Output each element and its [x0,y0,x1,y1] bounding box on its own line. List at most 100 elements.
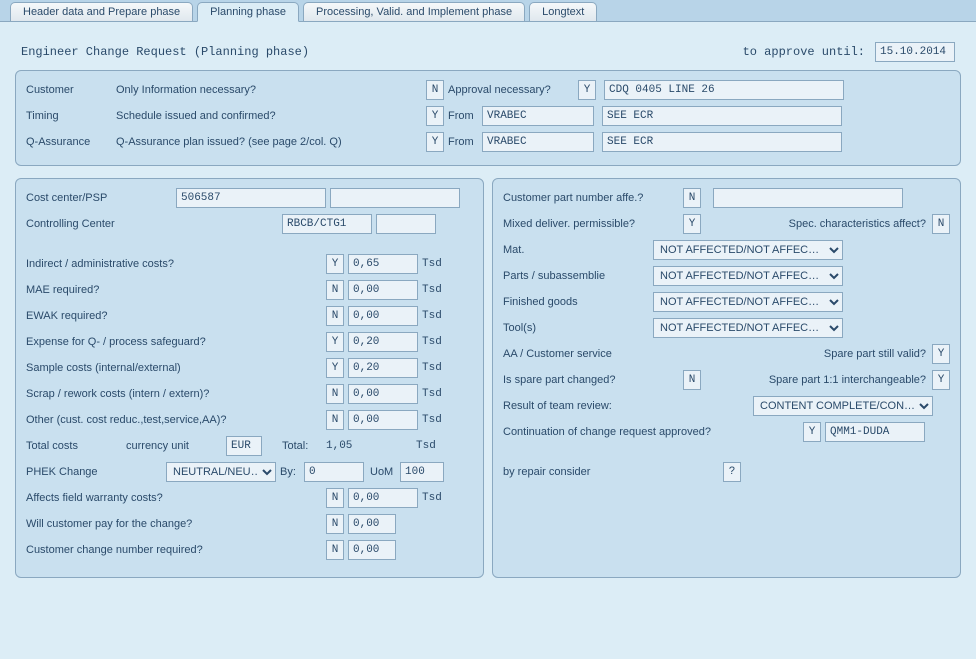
from-label-2: From [448,136,482,148]
qa-question: Q-Assurance plan issued? (see page 2/col… [116,136,426,148]
tab-header-prepare[interactable]: Header data and Prepare phase [10,2,193,21]
cost-row-label: Scrap / rework costs (intern / extern)? [26,388,326,400]
cost-row-unit: Tsd [422,362,442,374]
cost-row-yn[interactable]: N [326,306,344,326]
cost-row-label: Sample costs (internal/external) [26,362,326,374]
cost-row-unit: Tsd [422,388,442,400]
cust-change-yn[interactable]: N [326,540,344,560]
controlling-label: Controlling Center [26,218,282,230]
continuation-yn[interactable]: Y [803,422,821,442]
continuation-value[interactable]: QMM1-DUDA [825,422,925,442]
cost-row-unit: Tsd [422,310,442,322]
cost-row-val[interactable]: 0,00 [348,280,418,300]
tab-longtext[interactable]: Longtext [529,2,597,21]
cost-row-yn[interactable]: N [326,410,344,430]
spec-label: Spec. characteristics affect? [741,218,926,230]
cust-change-label: Customer change number required? [26,544,326,556]
cost-row-val[interactable]: 0,00 [348,384,418,404]
cost-row-unit: Tsd [422,414,442,426]
currency-label: currency unit [126,440,226,452]
approval-necessary-label: Approval necessary? [448,84,578,96]
review-label: Result of team review: [503,400,753,412]
cost-row-val[interactable]: 0,65 [348,254,418,274]
customer-label: Customer [26,84,116,96]
timing-yn[interactable]: Y [426,106,444,126]
repair-label: by repair consider [503,466,723,478]
cust-change-val[interactable]: 0,00 [348,540,396,560]
cost-row-label: Indirect / administrative costs? [26,258,326,270]
from-value-2[interactable]: VRABEC [482,132,594,152]
will-pay-val[interactable]: 0,00 [348,514,396,534]
spare-valid-label: Spare part still valid? [703,348,926,360]
cost-row-val[interactable]: 0,00 [348,306,418,326]
cost-row-yn[interactable]: Y [326,254,344,274]
by-label: By: [280,466,304,478]
parts-select[interactable]: NOT AFFECTED/NOT AFFEC… [653,266,843,286]
header-panel: Customer Only Information necessary? N A… [15,70,961,166]
tools-select[interactable]: NOT AFFECTED/NOT AFFEC… [653,318,843,338]
timing-question: Schedule issued and confirmed? [116,110,426,122]
spec-yn[interactable]: N [932,214,950,234]
affects-warranty-val[interactable]: 0,00 [348,488,418,508]
cost-row-val[interactable]: 0,20 [348,358,418,378]
by-value[interactable]: 0 [304,462,364,482]
from-value-1[interactable]: VRABEC [482,106,594,126]
spare-changed-yn[interactable]: N [683,370,701,390]
uom-value[interactable]: 100 [400,462,444,482]
right-panel: Customer part number affe.? N Mixed deli… [492,178,961,578]
cost-row-label: EWAK required? [26,310,326,322]
cost-row-val[interactable]: 0,00 [348,410,418,430]
from-label-1: From [448,110,482,122]
interchangeable-yn[interactable]: Y [932,370,950,390]
mixed-deliver-yn[interactable]: Y [683,214,701,234]
see-ecr-2[interactable]: SEE ECR [602,132,842,152]
see-ecr-1[interactable]: SEE ECR [602,106,842,126]
cost-row-unit: Tsd [422,258,442,270]
repair-yn[interactable]: ? [723,462,741,482]
aa-label: AA / Customer service [503,348,703,360]
total-unit: Tsd [416,440,436,452]
cost-row-yn[interactable]: N [326,384,344,404]
controlling-extra[interactable] [376,214,436,234]
currency-value[interactable]: EUR [226,436,262,456]
tab-processing[interactable]: Processing, Valid. and Implement phase [303,2,525,21]
phek-label: PHEK Change [26,466,166,478]
cost-center-label: Cost center/PSP [26,192,176,204]
review-select[interactable]: CONTENT COMPLETE/CON… [753,396,933,416]
cust-part-value[interactable] [713,188,903,208]
cost-center-value[interactable]: 506587 [176,188,326,208]
cost-row-val[interactable]: 0,20 [348,332,418,352]
tab-planning[interactable]: Planning phase [197,2,299,22]
total-value: 1,05 [326,440,376,452]
will-pay-yn[interactable]: N [326,514,344,534]
mat-select[interactable]: NOT AFFECTED/NOT AFFEC… [653,240,843,260]
qa-yn[interactable]: Y [426,132,444,152]
approval-value[interactable]: CDQ 0405 LINE 26 [604,80,844,100]
controlling-value[interactable]: RBCB/CTG1 [282,214,372,234]
customer-question: Only Information necessary? [116,84,426,96]
finished-label: Finished goods [503,296,653,308]
customer-info-yn[interactable]: N [426,80,444,100]
affects-warranty-unit: Tsd [422,492,442,504]
cost-row-yn[interactable]: Y [326,358,344,378]
cust-part-yn[interactable]: N [683,188,701,208]
cost-row-label: Other (cust. cost reduc.,test,service,AA… [26,414,326,426]
finished-select[interactable]: NOT AFFECTED/NOT AFFEC… [653,292,843,312]
interchangeable-label: Spare part 1:1 interchangeable? [701,374,926,386]
cost-row-yn[interactable]: N [326,280,344,300]
approval-necessary-yn[interactable]: Y [578,80,596,100]
cost-row-yn[interactable]: Y [326,332,344,352]
approve-until-date: 15.10.2014 [875,42,955,62]
tab-bar: Header data and Prepare phase Planning p… [0,0,976,22]
will-pay-label: Will customer pay for the change? [26,518,326,530]
parts-label: Parts / subassemblie [503,270,653,282]
qa-label: Q-Assurance [26,136,116,148]
page-title: Engineer Change Request (Planning phase) [21,45,743,59]
affects-warranty-yn[interactable]: N [326,488,344,508]
spare-valid-yn[interactable]: Y [932,344,950,364]
continuation-label: Continuation of change request approved? [503,426,803,438]
cust-part-label: Customer part number affe.? [503,192,683,204]
affects-warranty-label: Affects field warranty costs? [26,492,326,504]
cost-center-extra[interactable] [330,188,460,208]
phek-select[interactable]: NEUTRAL/NEU… [166,462,276,482]
